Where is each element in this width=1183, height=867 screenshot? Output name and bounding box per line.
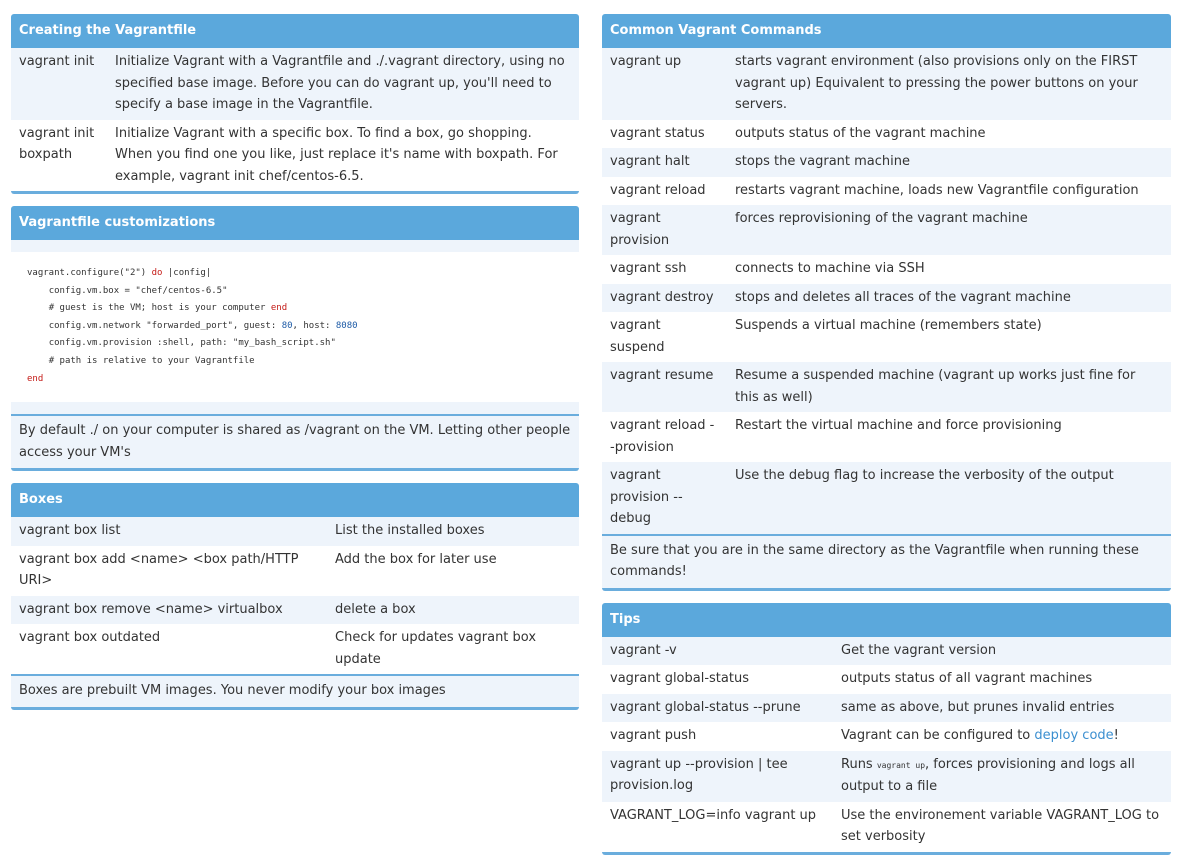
command-cell: vagrant box list bbox=[11, 517, 327, 546]
command-cell: vagrant up --provision | tee provision.l… bbox=[602, 750, 833, 802]
description-cell: Initialize Vagrant with a Vagrantfile an… bbox=[107, 48, 579, 120]
table-row: vagrant init boxpath Initialize Vagrant … bbox=[11, 120, 579, 192]
section-note: By default ./ on your computer is shared… bbox=[11, 414, 579, 469]
table-row: vagrant up --provision | tee provision.l… bbox=[602, 750, 1171, 802]
command-cell: vagrant suspend bbox=[610, 318, 665, 355]
description-cell: List the installed boxes bbox=[327, 517, 579, 546]
command-cell: vagrant box remove <name> virtualbox bbox=[11, 595, 327, 625]
table-row: vagrant up starts vagrant environment (al… bbox=[602, 48, 1171, 120]
description-cell: outputs status of all vagrant machines bbox=[841, 671, 1093, 686]
description-cell: Suspends a virtual machine (remembers st… bbox=[735, 318, 1042, 333]
table-row: vagrant push Vagrant can be configured t… bbox=[602, 722, 1171, 751]
description-cell: Get the vagrant version bbox=[833, 636, 1171, 665]
command-cell: vagrant global-status bbox=[610, 671, 749, 686]
description-cell: restarts vagrant machine, loads new Vagr… bbox=[735, 182, 1139, 198]
command-cell: vagrant halt bbox=[602, 148, 727, 177]
description-cell: outputs status of the vagrant machine bbox=[735, 125, 986, 141]
section-note: Boxes are prebuilt VM images. You never … bbox=[11, 674, 579, 707]
command-cell: VAGRANT_LOG=info vagrant up bbox=[610, 807, 817, 823]
description-cell: Runs vagrant up, forces provisioning and… bbox=[833, 750, 1171, 802]
description-cell: same as above, but prunes invalid entrie… bbox=[833, 693, 1171, 722]
description-cell: delete a box bbox=[327, 595, 579, 625]
table-row: vagrant reload --provision Restart the vi… bbox=[602, 412, 1171, 462]
section-title: Creating the Vagrantfile bbox=[11, 14, 579, 48]
command-cell: vagrant global-status --prune bbox=[602, 693, 833, 722]
command-cell: vagrant resume bbox=[602, 362, 727, 412]
tips-section: Tips vagrant -v Get the vagrant version v… bbox=[602, 602, 1171, 855]
command-cell: vagrant provision --debug bbox=[602, 462, 727, 534]
description-cell: connects to machine via SSH bbox=[735, 261, 925, 276]
section-note: Be sure that you are in the same directo… bbox=[602, 533, 1171, 588]
commands-table: vagrant up starts vagrant environment (al… bbox=[602, 48, 1171, 534]
description-cell: Restart the virtual machine and force pr… bbox=[735, 418, 1062, 433]
table-row: vagrant resume Resume a suspended machine… bbox=[602, 362, 1171, 412]
inline-code: vagrant up bbox=[876, 760, 926, 770]
command-cell: vagrant up bbox=[602, 48, 727, 120]
code-block: vagrant.configure("2") do |config| confi… bbox=[11, 252, 579, 403]
command-cell: vagrant status bbox=[610, 125, 705, 141]
command-cell: vagrant push bbox=[610, 728, 697, 743]
description-cell: starts vagrant environment (also provisi… bbox=[727, 48, 1171, 120]
creating-vagrantfile-section: Creating the Vagrantfile vagrant init In… bbox=[11, 14, 579, 194]
table-row: vagrant init Initialize Vagrant with a V… bbox=[11, 48, 579, 120]
table-row: vagrant box list List the installed boxe… bbox=[11, 517, 579, 546]
left-column: Creating the Vagrantfile vagrant init In… bbox=[11, 14, 579, 722]
table-row: vagrant reload restarts vagrant machine, … bbox=[602, 177, 1171, 206]
table-row: vagrant suspend Suspends a virtual machin… bbox=[602, 312, 1171, 362]
table-row: vagrant global-status outputs status of a… bbox=[602, 665, 1171, 694]
table-row: vagrant destroy stops and deletes all tra… bbox=[602, 283, 1171, 312]
deploy-code-link[interactable]: deploy code bbox=[1034, 728, 1113, 743]
table-row: vagrant box outdated Check for updates v… bbox=[11, 624, 579, 674]
table-row: vagrant ssh connects to machine via SSH bbox=[602, 255, 1171, 284]
right-column: Common Vagrant Commands vagrant up starts… bbox=[602, 14, 1171, 867]
table-row: VAGRANT_LOG=info vagrant up Use the envir… bbox=[602, 802, 1171, 852]
tips-table: vagrant -v Get the vagrant version vagran… bbox=[602, 636, 1171, 852]
boxes-section: Boxes vagrant box list List the installe… bbox=[11, 483, 579, 710]
command-cell: vagrant init bbox=[11, 48, 107, 120]
section-title: Boxes bbox=[11, 483, 579, 518]
table-row: vagrant provision forces reprovisioning o… bbox=[602, 205, 1171, 255]
description-cell: Initialize Vagrant with a specific box. … bbox=[115, 125, 558, 184]
creating-table: vagrant init Initialize Vagrant with a V… bbox=[11, 48, 579, 191]
common-commands-section: Common Vagrant Commands vagrant up starts… bbox=[602, 14, 1171, 591]
section-title: Vagrantfile customizations bbox=[11, 206, 579, 240]
command-cell: vagrant init boxpath bbox=[19, 125, 95, 163]
customizations-section: Vagrantfile customizations vagrant.confi… bbox=[11, 206, 579, 472]
boxes-table: vagrant box list List the installed boxe… bbox=[11, 517, 579, 674]
table-row: vagrant box remove <name> virtualbox del… bbox=[11, 595, 579, 625]
table-row: vagrant status outputs status of the vagr… bbox=[602, 120, 1171, 149]
description-cell: Resume a suspended machine (vagrant up w… bbox=[727, 362, 1171, 412]
command-cell: vagrant reload bbox=[610, 182, 706, 198]
description-cell: Check for updates vagrant box update bbox=[335, 630, 537, 667]
description-cell: Vagrant can be configured to deploy code… bbox=[841, 728, 1119, 743]
command-cell: vagrant ssh bbox=[610, 261, 687, 276]
table-row: vagrant halt stops the vagrant machine bbox=[602, 148, 1171, 177]
description-cell: Use the environement variable VAGRANT_LO… bbox=[841, 807, 1160, 845]
table-row: vagrant -v Get the vagrant version bbox=[602, 636, 1171, 665]
command-cell: vagrant box outdated bbox=[19, 630, 161, 646]
command-cell: vagrant -v bbox=[602, 636, 833, 665]
command-cell: vagrant reload --provision bbox=[610, 418, 715, 455]
table-row: vagrant global-status --prune same as abo… bbox=[602, 693, 1171, 722]
command-cell: vagrant box add <name> <box path/HTTP UR… bbox=[19, 551, 299, 589]
description-cell: forces reprovisioning of the vagrant mac… bbox=[727, 205, 1171, 255]
section-title: Common Vagrant Commands bbox=[602, 14, 1171, 48]
section-title: Tips bbox=[602, 602, 1171, 637]
table-row: vagrant box add <name> <box path/HTTP UR… bbox=[11, 546, 579, 596]
description-cell: stops and deletes all traces of the vagr… bbox=[727, 283, 1171, 312]
description-cell: Add the box for later use bbox=[335, 551, 497, 567]
command-cell: vagrant provision bbox=[602, 205, 727, 255]
description-cell: Use the debug flag to increase the verbo… bbox=[727, 462, 1171, 534]
command-cell: vagrant destroy bbox=[602, 283, 727, 312]
table-row: vagrant provision --debug Use the debug f… bbox=[602, 462, 1171, 534]
description-cell: stops the vagrant machine bbox=[727, 148, 1171, 177]
